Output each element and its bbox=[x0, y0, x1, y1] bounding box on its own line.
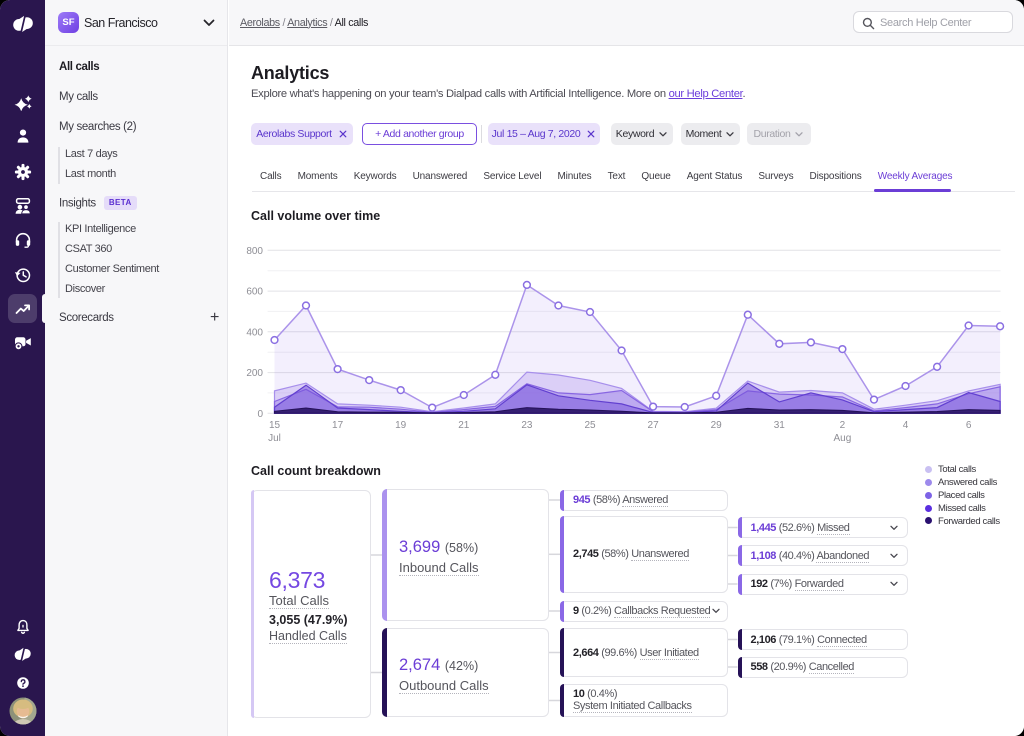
svg-text:2: 2 bbox=[840, 420, 846, 431]
svg-text:31: 31 bbox=[774, 420, 786, 431]
svg-text:23: 23 bbox=[521, 420, 533, 431]
svg-text:6: 6 bbox=[966, 420, 972, 431]
svg-text:15: 15 bbox=[269, 420, 281, 431]
svg-text:17: 17 bbox=[332, 420, 344, 431]
svg-text:400: 400 bbox=[246, 327, 263, 338]
svg-text:200: 200 bbox=[246, 368, 263, 379]
svg-text:21: 21 bbox=[458, 420, 470, 431]
svg-text:4: 4 bbox=[903, 420, 909, 431]
svg-text:19: 19 bbox=[395, 420, 407, 431]
svg-text:Aug: Aug bbox=[834, 433, 852, 444]
svg-text:0: 0 bbox=[257, 409, 263, 420]
svg-text:800: 800 bbox=[246, 246, 263, 257]
svg-text:25: 25 bbox=[584, 420, 596, 431]
svg-text:29: 29 bbox=[711, 420, 723, 431]
svg-text:27: 27 bbox=[648, 420, 660, 431]
svg-text:600: 600 bbox=[246, 287, 263, 298]
svg-text:Jul: Jul bbox=[268, 433, 281, 444]
